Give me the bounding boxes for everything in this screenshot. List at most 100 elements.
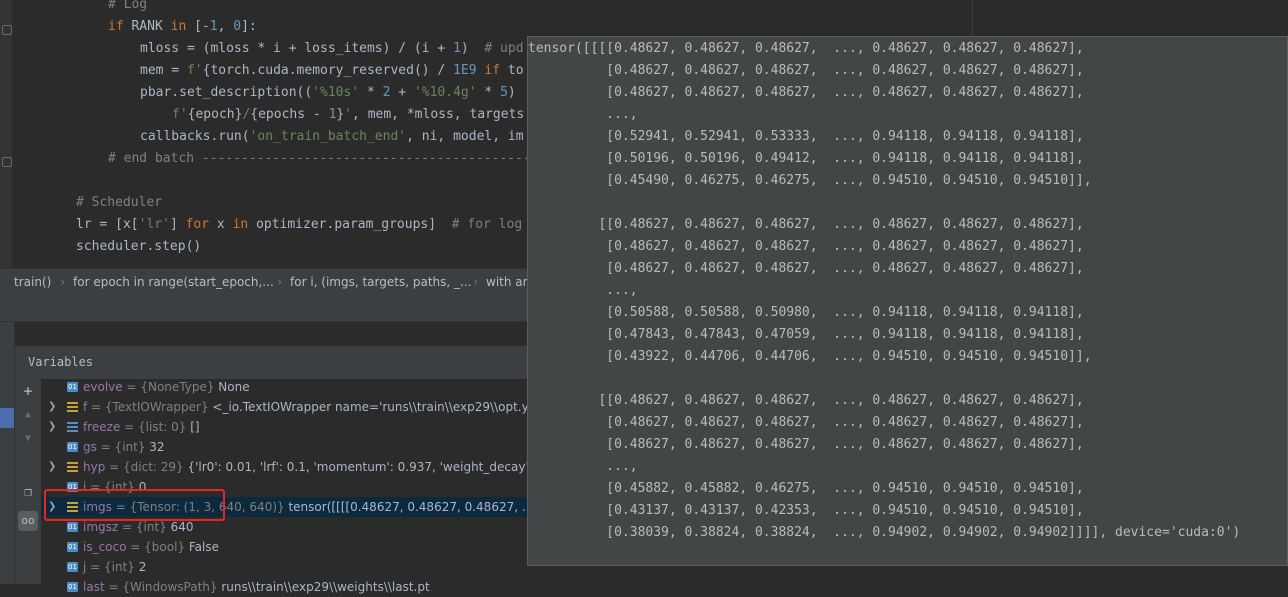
code-line: # Log xyxy=(108,0,147,16)
variable-name: hyp xyxy=(83,460,106,474)
code-token: x xyxy=(216,217,233,232)
selected-frame-indicator[interactable] xyxy=(0,408,14,428)
code-token: # end batch ----------------------------… xyxy=(108,151,578,166)
arrow-down-icon[interactable]: ▼ xyxy=(18,429,38,449)
code-line: f'{epoch}/{epochs - 1}', mem, *mloss, ta… xyxy=(172,104,524,126)
tensor-value-line: [0.45490, 0.46275, 0.46275, ..., 0.94510… xyxy=(528,173,1092,188)
code-line: scheduler.step() xyxy=(76,236,201,258)
variable-type: = {int} xyxy=(96,440,150,454)
code-token: # for log xyxy=(451,217,523,232)
variable-name: last xyxy=(83,580,105,594)
variable-value: False xyxy=(188,540,219,554)
editor-gutter xyxy=(0,0,12,268)
chevron-right-icon[interactable]: ❯ xyxy=(48,417,56,437)
variable-type: = {TextIOWrapper} xyxy=(87,400,213,414)
primitive-variable-icon: 01 xyxy=(67,542,78,552)
code-token: , ni, model, im xyxy=(406,129,524,144)
code-token: 'lr' xyxy=(138,217,170,232)
code-line: mem = f'{torch.cuda.memory_reserved() / … xyxy=(140,60,524,82)
glasses-icon[interactable]: oo xyxy=(18,511,38,531)
object-variable-icon xyxy=(67,402,78,412)
variable-name: gs xyxy=(83,440,97,454)
variable-name: imgsz xyxy=(83,520,119,534)
code-line: if RANK in [-1, 0]: xyxy=(108,16,257,38)
tensor-value-line: [[0.48627, 0.48627, 0.48627, ..., 0.4862… xyxy=(528,393,1084,408)
code-token: RANK xyxy=(131,19,171,34)
code-token: for xyxy=(185,217,217,232)
chevron-right-icon[interactable]: ❯ xyxy=(48,397,56,417)
tensor-value-line: ..., xyxy=(528,107,638,122)
variable-type: = {list: 0} xyxy=(120,420,191,434)
tensor-value-line: [0.38039, 0.38824, 0.38824, ..., 0.94902… xyxy=(528,525,1241,540)
variable-value: 2 xyxy=(138,560,147,574)
code-token: in xyxy=(170,19,195,34)
variable-text: j = {int} 2 xyxy=(83,557,146,577)
code-token: 1 xyxy=(453,41,461,56)
variables-toolbar: + ▲ ▼ ❐ oo xyxy=(15,379,41,584)
tensor-value-line: [0.50196, 0.50196, 0.49412, ..., 0.94118… xyxy=(528,151,1084,166)
variable-type: = {WindowsPath} xyxy=(104,580,222,594)
code-line: mloss = (mloss * i + loss_items) / (i + … xyxy=(140,38,524,60)
variable-type: = {int} xyxy=(86,560,139,574)
code-token: # Scheduler xyxy=(76,195,163,210)
primitive-variable-icon: 01 xyxy=(67,382,78,392)
code-token: , mem, *mloss, targets xyxy=(352,107,525,122)
code-token: scheduler.step() xyxy=(76,239,202,254)
tensor-value-line: [0.45882, 0.45882, 0.46275, ..., 0.94510… xyxy=(528,481,1084,496)
code-token: if xyxy=(484,63,508,78)
copy-icon[interactable]: ❐ xyxy=(18,483,38,503)
variable-name: freeze xyxy=(83,420,121,434)
tensor-value-line: [0.50588, 0.50588, 0.50980, ..., 0.94118… xyxy=(528,305,1084,320)
code-token: * xyxy=(476,85,501,100)
tensor-value-line: [0.43137, 0.43137, 0.42353, ..., 0.94510… xyxy=(528,503,1084,518)
primitive-variable-icon: 01 xyxy=(67,522,78,532)
code-line: # end batch ----------------------------… xyxy=(108,148,578,170)
code-token: 5 xyxy=(500,85,508,100)
chevron-right-icon: › xyxy=(59,275,67,289)
code-token: callbacks.run( xyxy=(140,129,250,144)
code-token: 'on_train_batch_end' xyxy=(249,129,407,144)
code-token: to xyxy=(507,63,524,78)
breadcrumb-item[interactable]: train() xyxy=(14,269,51,296)
plus-icon[interactable]: + xyxy=(18,381,38,401)
variable-name: is_coco xyxy=(83,540,127,554)
code-token: 1E9 xyxy=(453,63,485,78)
tensor-value-line: ..., xyxy=(528,459,638,474)
variable-value: 640 xyxy=(170,520,194,534)
tensor-value-line: [0.48627, 0.48627, 0.48627, ..., 0.48627… xyxy=(528,437,1084,452)
variable-type: = {int} xyxy=(118,520,171,534)
primitive-variable-icon: 01 xyxy=(67,442,78,452)
arrow-up-icon[interactable]: ▲ xyxy=(18,405,38,425)
tensor-value-line: ..., xyxy=(528,283,638,298)
breadcrumb-item[interactable]: for i, (imgs, targets, paths, _... xyxy=(290,269,471,296)
code-line: callbacks.run('on_train_batch_end', ni, … xyxy=(140,126,524,148)
code-token: optimizer.param_groups] xyxy=(256,217,452,232)
code-token: ' xyxy=(344,107,353,122)
code-token: '%10.4g' xyxy=(413,85,477,100)
variable-row-last[interactable]: 01 last = {WindowsPath} runs\\train\\exp2… xyxy=(41,577,1288,597)
variable-type: = {bool} xyxy=(126,540,189,554)
value-tooltip-popup[interactable]: tensor([[[[0.48627, 0.48627, 0.48627, ..… xyxy=(527,36,1288,566)
chevron-right-icon: › xyxy=(472,275,480,289)
code-token: ]: xyxy=(241,19,257,34)
chevron-right-icon[interactable]: ❯ xyxy=(48,457,56,477)
code-token: ) xyxy=(460,41,485,56)
code-token: lr = [x[ xyxy=(76,217,139,232)
code-token: ) xyxy=(507,85,516,100)
variable-text: last = {WindowsPath} runs\\train\\exp29\… xyxy=(83,577,430,597)
code-token: # Log xyxy=(108,0,148,12)
variable-value: 32 xyxy=(149,440,165,454)
code-line: lr = [x['lr'] for x in optimizer.param_g… xyxy=(76,214,522,236)
variable-type: = {dict: 29} xyxy=(105,460,188,474)
chevron-right-icon: › xyxy=(276,275,284,289)
tensor-value-line: [0.47843, 0.47843, 0.47059, ..., 0.94118… xyxy=(528,327,1084,342)
variables-title: Variables xyxy=(28,355,94,369)
fold-marker-icon[interactable] xyxy=(2,25,12,35)
tensor-value-line: [0.48627, 0.48627, 0.48627, ..., 0.48627… xyxy=(528,85,1084,100)
tensor-value-line: [[0.48627, 0.48627, 0.48627, ..., 0.4862… xyxy=(528,217,1084,232)
breadcrumb-item[interactable]: for epoch in range(start_epoch,... xyxy=(73,269,274,296)
tensor-value-line: [0.48627, 0.48627, 0.48627, ..., 0.48627… xyxy=(528,63,1084,78)
code-token: 1 xyxy=(209,19,218,34)
tensor-value-line: [0.43922, 0.44706, 0.44706, ..., 0.94510… xyxy=(528,349,1092,364)
fold-marker-icon[interactable] xyxy=(2,157,12,167)
